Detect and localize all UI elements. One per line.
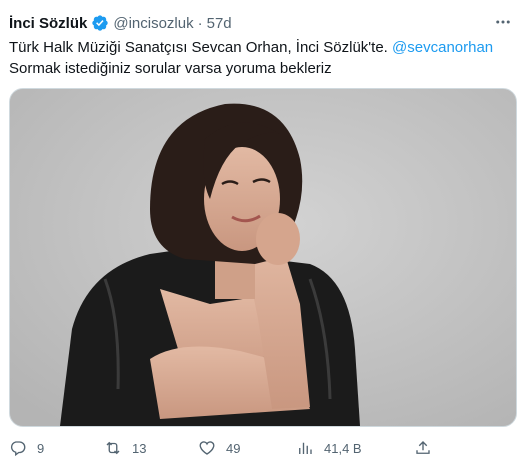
share-icon [416,441,430,454]
tweet-time[interactable]: 57d [207,15,232,32]
retweet-icon [106,441,120,455]
retweet-count: 13 [132,440,147,456]
retweet-button[interactable]: 13 [104,439,146,457]
display-name[interactable]: İnci Sözlük [9,15,87,32]
share-button[interactable] [414,439,432,457]
tweet-text-line-1: Türk Halk Müziği Sanatçısı Sevcan Orhan,… [9,37,511,58]
reply-button[interactable]: 9 [9,439,44,457]
more-options-icon[interactable] [493,12,513,32]
tweet-text-body: Türk Halk Müziği Sanatçısı Sevcan Orhan,… [9,39,388,56]
mention-link[interactable]: @sevcanorhan [392,39,493,56]
tweet-header: İnci Sözlük @incisozluk · 57d [9,12,511,34]
like-count: 49 [226,440,241,456]
like-button[interactable]: 49 [198,439,240,457]
photo-portrait [10,89,516,426]
user-handle[interactable]: @incisozluk [113,15,193,32]
like-icon [199,441,215,455]
verified-badge-icon [91,14,109,32]
reply-icon [10,441,26,457]
reply-count: 9 [37,440,45,456]
views-button[interactable]: 41,4 B [296,439,362,457]
tweet-text-line-2: Sormak istediğiniz sorular varsa yoruma … [9,60,332,77]
tweet-card[interactable]: İnci Sözlük @incisozluk · 57d Türk Halk … [0,0,523,467]
separator-dot: · [197,14,203,32]
views-count: 41,4 B [324,440,362,456]
tweet-text: Türk Halk Müziği Sanatçısı Sevcan Orhan,… [9,37,511,79]
views-icon [299,442,312,454]
tweet-photo[interactable] [9,88,517,427]
tweet-actions: 9 13 49 41,4 B [9,437,511,459]
